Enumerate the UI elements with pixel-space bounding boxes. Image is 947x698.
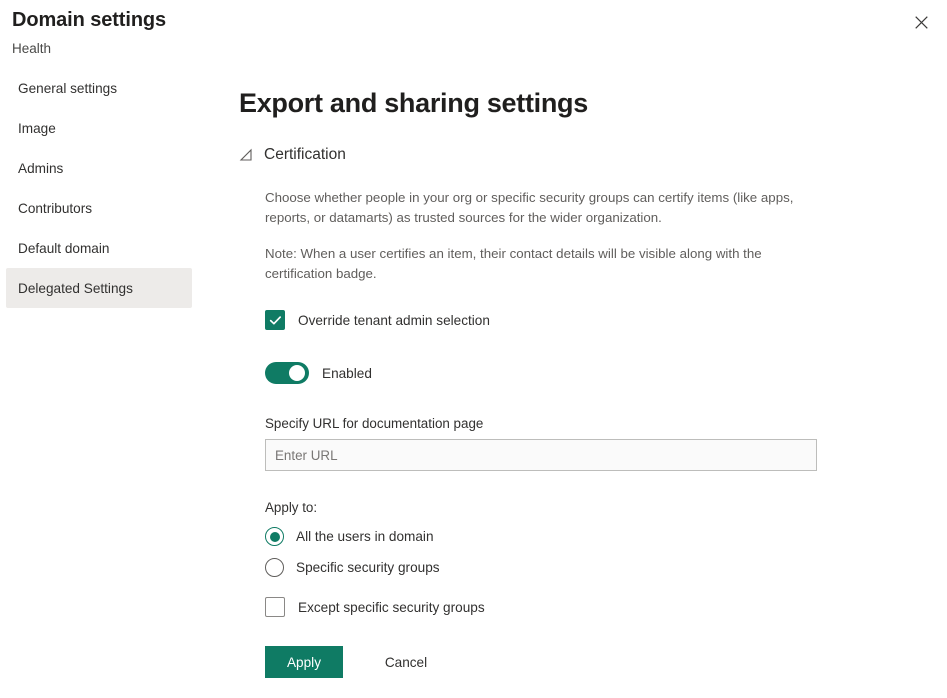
close-icon — [915, 16, 928, 29]
documentation-url-input[interactable] — [265, 439, 817, 471]
sidebar-item-contributors[interactable]: Contributors — [6, 188, 192, 228]
radio-all-users-in-domain-row[interactable]: All the users in domain — [265, 527, 931, 546]
enabled-toggle-row[interactable]: Enabled — [265, 362, 931, 384]
main-content: Export and sharing settings Certificatio… — [239, 86, 931, 678]
apply-button[interactable]: Apply — [265, 646, 343, 678]
checkmark-icon — [269, 314, 282, 327]
sidebar-item-label: General settings — [18, 81, 117, 96]
panel-header: Domain settings Health — [0, 0, 947, 62]
documentation-url-label: Specify URL for documentation page — [265, 416, 931, 431]
except-security-groups-checkbox[interactable] — [265, 597, 285, 617]
radio-specific-security-groups-label: Specific security groups — [296, 560, 440, 575]
sidebar-item-label: Image — [18, 121, 56, 136]
radio-all-users-in-domain[interactable] — [265, 527, 284, 546]
toggle-knob — [289, 365, 305, 381]
radio-dot — [270, 532, 280, 542]
sidebar-item-default-domain[interactable]: Default domain — [6, 228, 192, 268]
enabled-toggle[interactable] — [265, 362, 309, 384]
page-title: Domain settings — [12, 6, 947, 34]
form-actions: Apply Cancel — [265, 646, 931, 678]
sidebar-item-label: Contributors — [18, 201, 92, 216]
override-tenant-admin-checkbox[interactable] — [265, 310, 285, 330]
chevron-collapse-icon — [239, 148, 253, 162]
content-title: Export and sharing settings — [239, 86, 931, 120]
cancel-button[interactable]: Cancel — [367, 646, 445, 678]
override-tenant-admin-label: Override tenant admin selection — [298, 313, 490, 328]
certification-section-toggle[interactable]: Certification — [239, 144, 931, 166]
radio-specific-security-groups-row[interactable]: Specific security groups — [265, 558, 931, 577]
sidebar-item-admins[interactable]: Admins — [6, 148, 192, 188]
sidebar-item-image[interactable]: Image — [6, 108, 192, 148]
section-note: Note: When a user certifies an item, the… — [265, 244, 817, 284]
override-tenant-admin-checkbox-row[interactable]: Override tenant admin selection — [265, 310, 931, 330]
page-subtitle: Health — [12, 39, 947, 59]
sidebar-item-delegated-settings[interactable]: Delegated Settings — [6, 268, 192, 308]
settings-sidebar: General settings Image Admins Contributo… — [6, 68, 192, 308]
sidebar-item-label: Delegated Settings — [18, 281, 133, 296]
except-security-groups-checkbox-row[interactable]: Except specific security groups — [265, 597, 931, 617]
sidebar-item-label: Admins — [18, 161, 63, 176]
certification-body: Choose whether people in your org or spe… — [239, 188, 931, 678]
apply-to-label: Apply to: — [265, 500, 931, 515]
enabled-toggle-label: Enabled — [322, 366, 372, 381]
sidebar-item-label: Default domain — [18, 241, 109, 256]
sidebar-item-general-settings[interactable]: General settings — [6, 68, 192, 108]
close-button[interactable] — [903, 4, 939, 40]
section-title: Certification — [264, 144, 346, 166]
radio-specific-security-groups[interactable] — [265, 558, 284, 577]
except-security-groups-label: Except specific security groups — [298, 600, 485, 615]
radio-all-users-in-domain-label: All the users in domain — [296, 529, 434, 544]
section-description: Choose whether people in your org or spe… — [265, 188, 817, 228]
